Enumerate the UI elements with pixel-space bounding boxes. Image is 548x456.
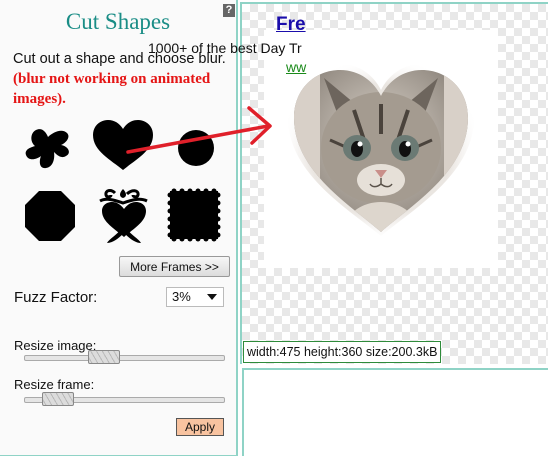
cut-shapes-panel: ? Cut Shapes Cut out a shape and choose … <box>0 0 238 456</box>
resize-frame-slider[interactable] <box>24 392 225 406</box>
resize-image-label: Resize image: <box>14 338 97 353</box>
resize-frame-slider-thumb[interactable] <box>42 392 74 406</box>
ad-banner <box>242 368 548 456</box>
splat-shape[interactable] <box>24 126 76 170</box>
fuzz-factor-value: 3% <box>172 289 191 304</box>
panel-title: Cut Shapes <box>65 9 171 34</box>
warning-text: (blur not working on animated images). <box>13 71 211 107</box>
octagon-shape[interactable] <box>24 190 76 242</box>
apply-button[interactable]: Apply <box>176 418 224 436</box>
ornate-heart-shape[interactable] <box>97 185 151 245</box>
ad-text: 1000+ of the best Day Tr <box>148 40 302 56</box>
stamp-shape[interactable] <box>167 188 221 242</box>
instructions: Cut out a shape and choose blur. (blur n… <box>13 49 228 109</box>
chevron-down-icon <box>207 294 217 300</box>
circle-shape[interactable] <box>176 128 216 168</box>
image-size-info: width:475 height:360 size:200.3kB <box>243 341 442 363</box>
fuzz-factor-label: Fuzz Factor: <box>14 289 98 306</box>
resize-image-slider[interactable] <box>24 350 225 364</box>
resize-frame-label: Resize frame: <box>14 377 95 392</box>
heart-shape[interactable] <box>91 118 155 173</box>
fuzz-factor-select[interactable]: 3% <box>166 287 224 307</box>
ad-url-link[interactable]: ww <box>286 59 306 75</box>
more-frames-button[interactable]: More Frames >> <box>119 256 230 277</box>
ad-title-link[interactable]: Fre <box>276 14 306 36</box>
resize-image-slider-thumb[interactable] <box>88 350 120 364</box>
